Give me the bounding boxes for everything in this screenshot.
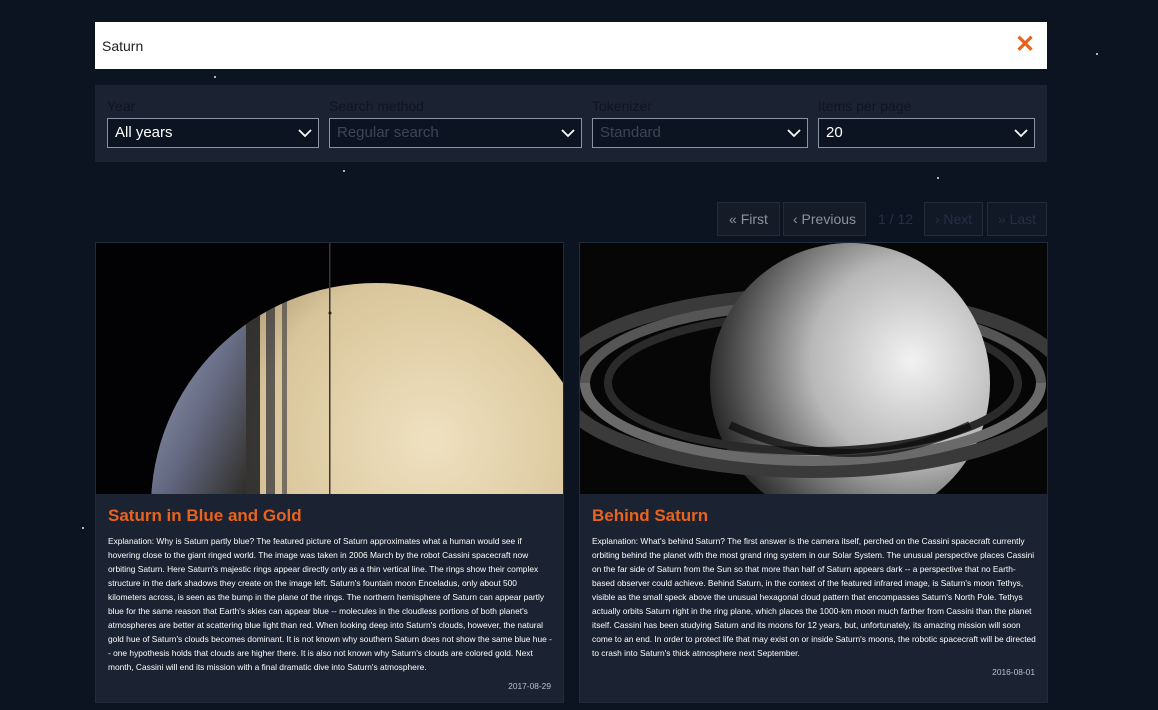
next-page-button[interactable]: › Next [924, 202, 983, 236]
apod-card[interactable]: Behind Saturn Explanation: What's behind… [579, 242, 1048, 703]
behind-saturn-image [580, 243, 1047, 494]
star [214, 76, 216, 78]
star [343, 170, 345, 172]
previous-page-button[interactable]: ‹ Previous [783, 202, 866, 236]
tokenizer-select-value: Standard [600, 124, 661, 141]
year-select-value: All years [115, 124, 173, 141]
chevron-down-icon [561, 129, 575, 138]
items-per-page-select-value: 20 [826, 124, 843, 141]
card-date: 2017-08-29 [508, 681, 551, 691]
first-page-button[interactable]: « First [717, 202, 780, 236]
double-chevron-right-icon: » [997, 211, 1006, 227]
search-input[interactable] [95, 22, 995, 69]
card-description: Explanation: What's behind Saturn? The f… [592, 536, 1036, 658]
star [82, 527, 84, 529]
items-per-page-label: Items per page [818, 98, 912, 114]
chevron-down-icon [1014, 129, 1028, 138]
double-chevron-left-icon: « [729, 211, 737, 227]
items-per-page-filter: Items per page 20 [818, 97, 1035, 148]
pagination: « First ‹ Previous 1 / 12 › Next » Last [0, 202, 1158, 236]
last-page-button[interactable]: » Last [987, 202, 1047, 236]
search-method-label: Search method [329, 98, 424, 114]
saturn-blue-gold-image [96, 243, 563, 494]
card-title[interactable]: Saturn in Blue and Gold [108, 506, 302, 526]
year-filter: Year All years [107, 97, 319, 148]
card-description: Explanation: Why is Saturn partly blue? … [108, 536, 552, 672]
tokenizer-select[interactable]: Standard [592, 118, 808, 148]
star [937, 177, 939, 179]
year-select[interactable]: All years [107, 118, 319, 148]
search-bar: ✕ [95, 22, 1047, 69]
last-page-label: Last [1009, 211, 1037, 227]
close-icon[interactable]: ✕ [1013, 32, 1037, 58]
chevron-left-icon: ‹ [792, 211, 798, 227]
filters-panel: Year All years Search method Regular sea… [95, 85, 1047, 162]
card-title[interactable]: Behind Saturn [592, 506, 708, 526]
search-method-filter: Search method Regular search [329, 97, 582, 148]
chevron-down-icon [298, 129, 312, 138]
previous-page-label: Previous [801, 211, 857, 227]
tokenizer-filter: Tokenizer Standard [592, 97, 808, 148]
chevron-down-icon [787, 129, 801, 138]
apod-card[interactable]: Saturn in Blue and Gold Explanation: Why… [95, 242, 564, 703]
card-date: 2016-08-01 [992, 667, 1035, 677]
next-page-label: Next [943, 211, 973, 227]
chevron-right-icon: › [934, 211, 940, 227]
search-method-select-value: Regular search [337, 124, 439, 141]
search-method-select[interactable]: Regular search [329, 118, 582, 148]
year-label: Year [107, 98, 136, 114]
star [1096, 53, 1098, 55]
tokenizer-label: Tokenizer [592, 98, 652, 114]
items-per-page-select[interactable]: 20 [818, 118, 1035, 148]
first-page-label: First [740, 211, 768, 227]
page-info: 1 / 12 [878, 211, 914, 227]
